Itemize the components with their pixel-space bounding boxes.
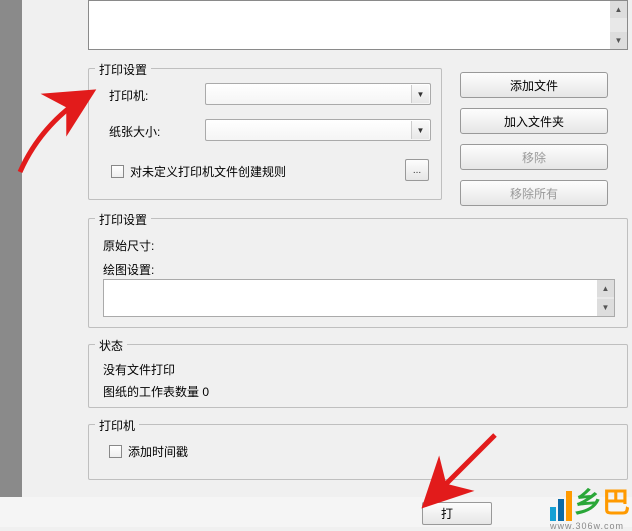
add-folder-button[interactable]: 加入文件夹	[460, 108, 608, 134]
create-rule-checkbox[interactable]	[111, 165, 124, 178]
print-settings-group-2: 打印设置 原始尺寸: 绘图设置: ▲ ▼	[88, 218, 628, 328]
draw-settings-list[interactable]: ▲ ▼	[103, 279, 615, 317]
create-rule-row: 对未定义打印机文件创建规则	[111, 163, 286, 180]
chevron-down-icon: ▼	[411, 121, 429, 139]
print-button-label: 打	[441, 505, 453, 522]
remove-label: 移除	[522, 149, 546, 166]
print-button[interactable]: 打	[422, 502, 492, 525]
create-rule-label: 对未定义打印机文件创建规则	[130, 163, 286, 180]
add-timestamp-label: 添加时间戳	[128, 443, 188, 460]
group-title: 打印设置	[95, 61, 151, 78]
bottom-bar	[0, 497, 632, 527]
orig-size-label: 原始尺寸:	[103, 237, 154, 254]
remove-button[interactable]: 移除	[460, 144, 608, 170]
draw-settings-label: 绘图设置:	[103, 261, 154, 278]
watermark-char-2: 巴	[602, 481, 630, 521]
printer-group: 打印机 添加时间戳	[88, 424, 628, 480]
browse-button[interactable]: ...	[405, 159, 429, 181]
scroll-up-icon[interactable]: ▲	[597, 280, 614, 297]
scrollbar[interactable]: ▲ ▼	[597, 280, 614, 316]
sheet-count-label: 图纸的工作表数量 0	[103, 383, 209, 400]
scroll-down-icon[interactable]: ▼	[597, 299, 614, 316]
add-file-label: 添加文件	[510, 77, 558, 94]
group-title-2: 打印设置	[95, 211, 151, 228]
right-button-column: 添加文件 加入文件夹 移除 移除所有	[460, 72, 608, 206]
scrollbar[interactable]: ▲ ▼	[610, 1, 627, 49]
print-settings-group-1: 打印设置 打印机: ▼ 纸张大小: ▼ 对未定义打印机文件创建规则 ...	[88, 68, 442, 200]
scroll-up-icon[interactable]: ▲	[610, 1, 627, 18]
top-textarea[interactable]: ▲ ▼	[88, 0, 628, 50]
printer-label: 打印机:	[109, 87, 148, 104]
add-file-button[interactable]: 添加文件	[460, 72, 608, 98]
remove-all-label: 移除所有	[510, 185, 558, 202]
watermark-url: www.306w.com	[550, 521, 624, 531]
status-title: 状态	[95, 337, 127, 354]
watermark-char-1: 乡	[574, 481, 602, 521]
add-folder-label: 加入文件夹	[504, 113, 564, 130]
paper-size-combo[interactable]: ▼	[205, 119, 431, 141]
ellipsis-icon: ...	[413, 165, 421, 176]
left-stripe	[0, 0, 22, 497]
printer-title: 打印机	[95, 417, 139, 434]
watermark-bars-icon	[550, 491, 572, 521]
scroll-down-icon[interactable]: ▼	[610, 32, 627, 49]
paper-size-label: 纸张大小:	[109, 123, 160, 140]
printer-combo[interactable]: ▼	[205, 83, 431, 105]
timestamp-row: 添加时间戳	[109, 443, 188, 460]
no-files-label: 没有文件打印	[103, 361, 175, 378]
chevron-down-icon: ▼	[411, 85, 429, 103]
status-group: 状态 没有文件打印 图纸的工作表数量 0	[88, 344, 628, 408]
watermark-logo: 乡 巴 www.306w.com	[550, 481, 630, 531]
remove-all-button[interactable]: 移除所有	[460, 180, 608, 206]
add-timestamp-checkbox[interactable]	[109, 445, 122, 458]
main-panel: ▲ ▼ 打印设置 打印机: ▼ 纸张大小: ▼ 对未定义打印机文件创建规则 ..…	[22, 0, 632, 527]
